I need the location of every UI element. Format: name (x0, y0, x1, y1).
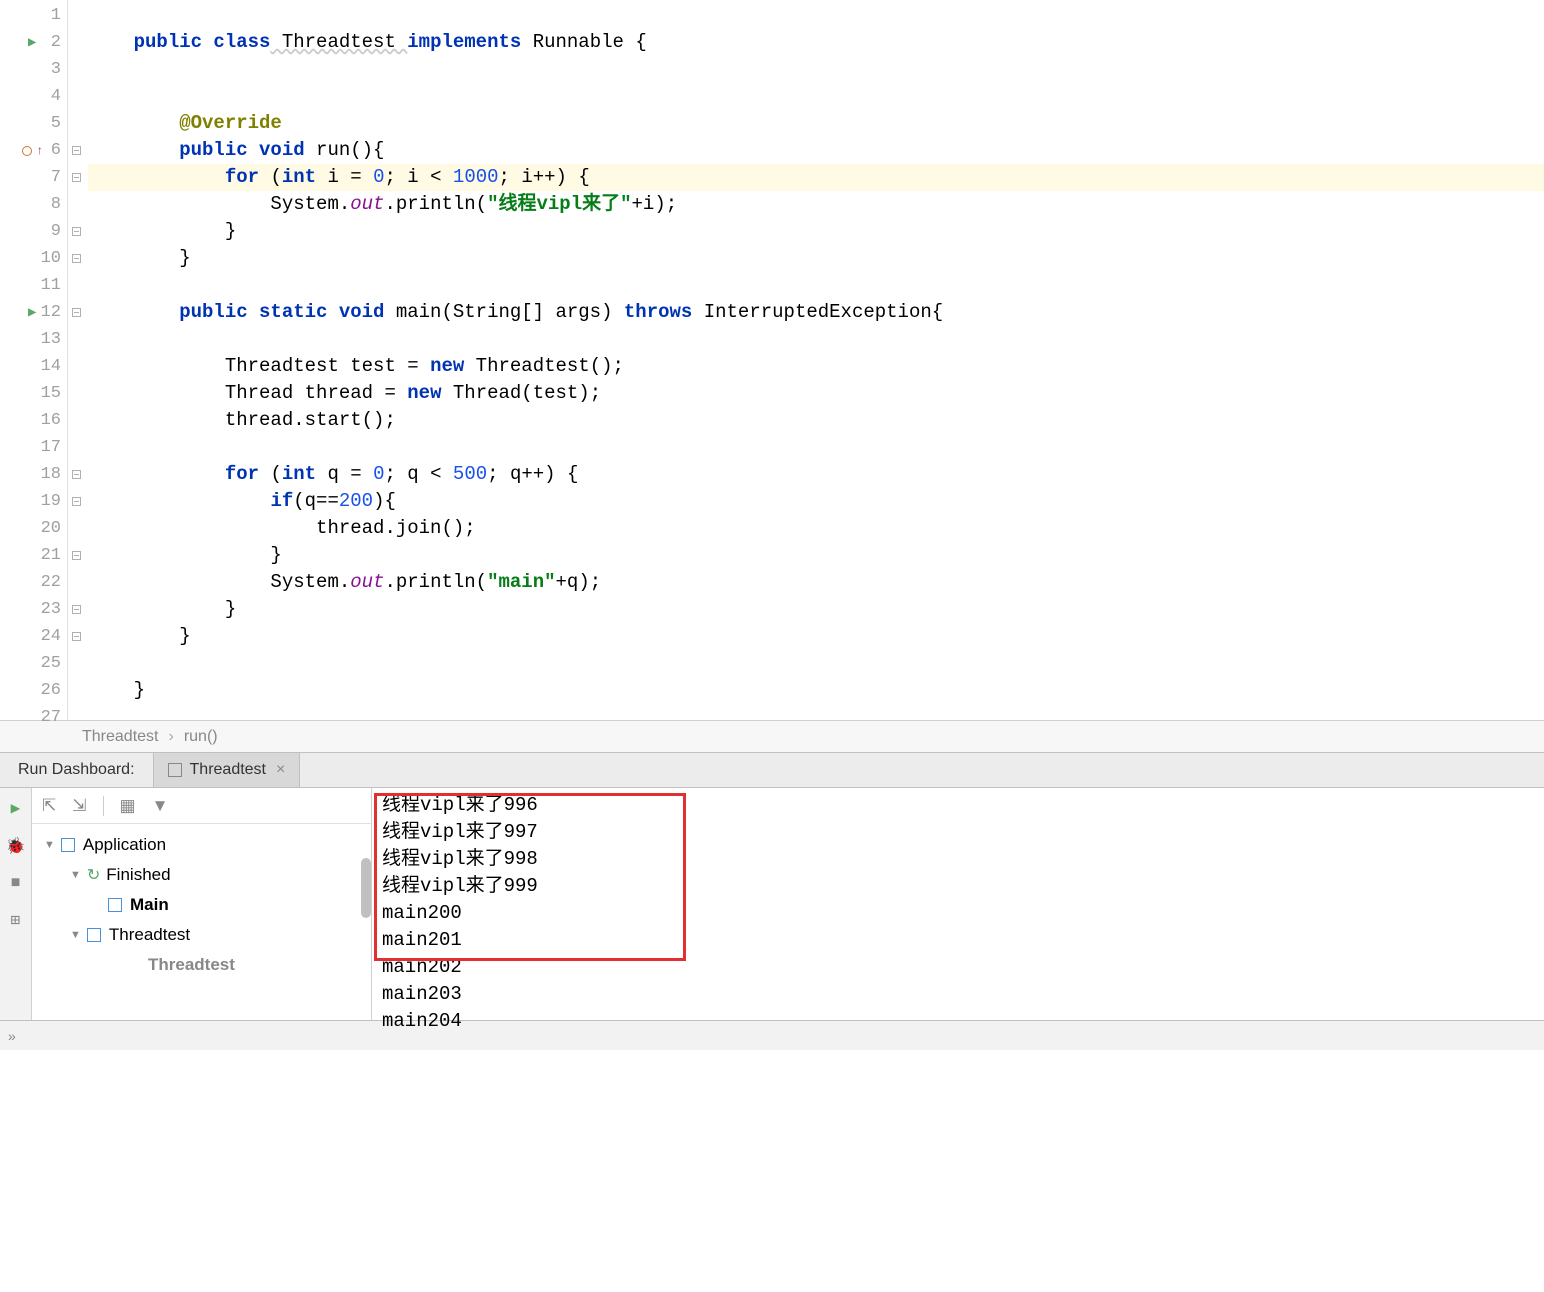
filter-icon[interactable]: ▼ (152, 796, 169, 816)
application-icon (168, 763, 182, 777)
line-number[interactable]: ↑6 (0, 137, 67, 164)
line-number[interactable]: 4 (0, 83, 67, 110)
layout-icon[interactable]: ⊞ (11, 910, 21, 930)
line-number[interactable]: 18 (0, 461, 67, 488)
tree-item-application[interactable]: ▼ Application (32, 830, 371, 860)
line-number[interactable]: 9 (0, 218, 67, 245)
fold-icon[interactable] (72, 254, 81, 263)
fold-icon[interactable] (72, 470, 81, 479)
console-line: main200 (382, 900, 1534, 927)
run-tree: ⇱ ⇲ ▦ ▼ ▼ Application ▼ ↻ Finished Main … (32, 788, 372, 1020)
run-toolbar: ▶ 🐞 ■ ⊞ (0, 788, 32, 1020)
stop-icon[interactable]: ■ (11, 874, 21, 892)
breadcrumb[interactable]: Threadtest › run() (0, 720, 1544, 752)
line-number[interactable]: 8 (0, 191, 67, 218)
breadcrumb-item[interactable]: Threadtest (82, 728, 158, 746)
tree-item-threadtest[interactable]: ▼ Threadtest (32, 920, 371, 950)
fold-icon[interactable] (72, 146, 81, 155)
console-line: 线程vipl来了999 (382, 873, 1534, 900)
tree-toolbar: ⇱ ⇲ ▦ ▼ (32, 788, 371, 824)
fold-icon[interactable] (72, 173, 81, 182)
line-number[interactable]: 11 (0, 272, 67, 299)
tree-item-main[interactable]: Main (32, 890, 371, 920)
run-tab[interactable]: Threadtest × (153, 753, 301, 787)
fold-icon[interactable] (72, 632, 81, 641)
line-number[interactable]: 10 (0, 245, 67, 272)
line-number[interactable]: 26 (0, 677, 67, 704)
expand-button[interactable]: » (8, 1028, 16, 1044)
line-number[interactable]: 14 (0, 353, 67, 380)
override-marker-icon[interactable] (22, 146, 32, 156)
console-line: main202 (382, 954, 1534, 981)
console-line: 线程vipl来了998 (382, 846, 1534, 873)
tree-item-threadtest-child[interactable]: Threadtest (32, 950, 371, 980)
expand-all-icon[interactable]: ⇱ (42, 796, 56, 816)
line-number[interactable]: 7 (0, 164, 67, 191)
line-number[interactable]: 16 (0, 407, 67, 434)
console-line: 线程vipl来了996 (382, 792, 1534, 819)
expand-icon[interactable]: ▼ (70, 929, 81, 941)
breadcrumb-item[interactable]: run() (184, 728, 218, 746)
run-panel-header: Run Dashboard: Threadtest × (0, 752, 1544, 788)
run-gutter-icon[interactable]: ▶ (28, 34, 36, 51)
line-number[interactable]: ▶12 (0, 299, 67, 326)
line-number-gutter[interactable]: 1 ▶2 3 4 5 ↑6 7 8 9 10 11 ▶12 13 14 15 1… (0, 0, 68, 720)
line-number[interactable]: 20 (0, 515, 67, 542)
tab-label: Threadtest (190, 761, 266, 779)
console-line: main203 (382, 981, 1534, 1008)
line-number[interactable]: 17 (0, 434, 67, 461)
console-line: main201 (382, 927, 1534, 954)
line-number[interactable]: 25 (0, 650, 67, 677)
run-gutter-icon[interactable]: ▶ (28, 304, 36, 321)
line-number[interactable]: 21 (0, 542, 67, 569)
line-number[interactable]: 27 (0, 704, 67, 731)
console-line: 线程vipl来了997 (382, 819, 1534, 846)
line-number[interactable]: 5 (0, 110, 67, 137)
line-number[interactable]: 24 (0, 623, 67, 650)
line-number[interactable]: 23 (0, 596, 67, 623)
line-number[interactable]: ▶2 (0, 29, 67, 56)
grid-icon[interactable]: ▦ (120, 796, 136, 816)
line-number[interactable]: 15 (0, 380, 67, 407)
fold-icon[interactable] (72, 605, 81, 614)
breadcrumb-separator-icon: › (168, 728, 173, 746)
line-number[interactable]: 1 (0, 2, 67, 29)
line-number[interactable]: 3 (0, 56, 67, 83)
line-number[interactable]: 22 (0, 569, 67, 596)
tree-scrollbar[interactable] (361, 858, 371, 918)
code-editor: 1 ▶2 3 4 5 ↑6 7 8 9 10 11 ▶12 13 14 15 1… (0, 0, 1544, 720)
line-number[interactable]: 13 (0, 326, 67, 353)
expand-icon[interactable]: ▼ (44, 839, 55, 851)
fold-icon[interactable] (72, 497, 81, 506)
tree-item-finished[interactable]: ▼ ↻ Finished (32, 860, 371, 890)
run-icon[interactable]: ▶ (11, 798, 21, 818)
fold-icon[interactable] (72, 551, 81, 560)
close-tab-icon[interactable]: × (276, 761, 285, 779)
line-number[interactable]: 19 (0, 488, 67, 515)
debug-icon[interactable]: 🐞 (6, 836, 26, 856)
code-text-area[interactable]: public class Threadtest implements Runna… (84, 0, 1544, 720)
console-output[interactable]: 线程vipl来了996 线程vipl来了997 线程vipl来了998 线程vi… (372, 788, 1544, 1020)
expand-icon[interactable]: ▼ (70, 869, 81, 881)
application-icon (87, 928, 101, 942)
panel-title: Run Dashboard: (0, 761, 153, 779)
run-panel-body: ▶ 🐞 ■ ⊞ ⇱ ⇲ ▦ ▼ ▼ Application ▼ ↻ Finish… (0, 788, 1544, 1020)
fold-icon[interactable] (72, 308, 81, 317)
finished-icon: ↻ (87, 865, 100, 885)
application-icon (61, 838, 75, 852)
application-icon (108, 898, 122, 912)
fold-gutter[interactable] (68, 0, 84, 720)
up-arrow-icon: ↑ (36, 144, 43, 158)
console-line: main204 (382, 1008, 1534, 1035)
collapse-all-icon[interactable]: ⇲ (72, 796, 86, 816)
fold-icon[interactable] (72, 227, 81, 236)
